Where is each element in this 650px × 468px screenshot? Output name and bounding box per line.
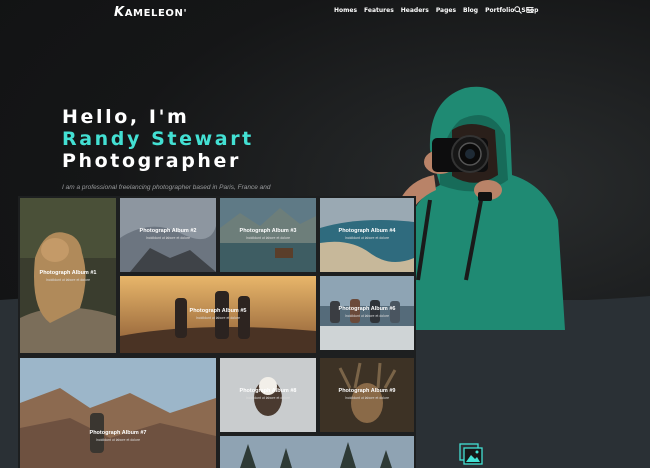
album-tile-5[interactable]: Photograph Album #5 Incididunt ut labore… bbox=[120, 276, 316, 353]
album-8-title: Photograph Album #8 bbox=[239, 388, 297, 394]
album-tile-7[interactable]: Photograph Album #7 Incididunt ut labore… bbox=[20, 358, 216, 468]
album-tile-8[interactable]: Photograph Album #8 Incididunt ut labore… bbox=[220, 358, 316, 432]
album-tile-1[interactable]: Photograph Album #1 Incididunt ut labore… bbox=[20, 198, 116, 353]
album-4-subtitle: Incididunt ut labore et dolore bbox=[344, 236, 390, 240]
album-1-subtitle: Incididunt ut labore et dolore bbox=[45, 278, 91, 282]
hero-greeting: Hello, I'm bbox=[62, 106, 190, 128]
nav-item-features[interactable]: Features bbox=[364, 7, 394, 14]
nav-item-blog[interactable]: Blog bbox=[463, 7, 478, 14]
album-1-title: Photograph Album #1 bbox=[39, 270, 97, 276]
album-7-subtitle: Incididunt ut labore et dolore bbox=[95, 438, 141, 442]
album-9-title: Photograph Album #9 bbox=[338, 388, 396, 394]
album-tile-partial[interactable] bbox=[220, 436, 414, 468]
album-tile-3[interactable]: Photograph Album #3 Incididunt ut labore… bbox=[220, 198, 316, 272]
album-6-subtitle: Incididunt ut labore et dolore bbox=[344, 314, 390, 318]
album-6-title: Photograph Album #6 bbox=[338, 306, 396, 312]
album-2-title: Photograph Album #2 bbox=[139, 228, 197, 234]
nav-item-headers[interactable]: Headers bbox=[401, 7, 429, 14]
site-logo[interactable]: KAMELEON' bbox=[114, 5, 187, 20]
album-8-subtitle: Incididunt ut labore et dolore bbox=[245, 396, 291, 400]
album-2-subtitle: Incididunt ut labore et dolore bbox=[145, 236, 191, 240]
album-5-subtitle: Incididunt ut labore et dolore bbox=[195, 316, 241, 320]
hero-role: Photographer bbox=[62, 150, 242, 172]
album-9-subtitle: Incididunt ut labore et dolore bbox=[344, 396, 390, 400]
hamburger-menu-icon[interactable] bbox=[526, 6, 534, 14]
album-4-title: Photograph Album #4 bbox=[338, 228, 396, 234]
album-tile-4[interactable]: Photograph Album #4 Incididunt ut labore… bbox=[320, 198, 414, 272]
album-7-title: Photograph Album #7 bbox=[89, 430, 147, 436]
album-tile-9[interactable]: Photograph Album #9 Incididunt ut labore… bbox=[320, 358, 414, 432]
top-navigation: KAMELEON' Homes Features Headers Pages B… bbox=[0, 0, 650, 22]
album-tile-2[interactable]: Photograph Album #2 Incididunt ut labore… bbox=[120, 198, 216, 272]
album-tile-6[interactable]: Photograph Album #6 Incididunt ut labore… bbox=[320, 276, 414, 350]
hero-name: Randy Stewart bbox=[62, 128, 254, 150]
nav-item-pages[interactable]: Pages bbox=[436, 7, 456, 14]
album-3-subtitle: Incididunt ut labore et dolore bbox=[245, 236, 291, 240]
nav-item-homes[interactable]: Homes bbox=[334, 7, 357, 14]
search-icon[interactable] bbox=[514, 6, 522, 14]
album-3-title: Photograph Album #3 bbox=[239, 228, 297, 234]
nav-item-portfolio[interactable]: Portfolio bbox=[485, 7, 514, 14]
photo-gallery: Photograph Album #1 Incididunt ut labore… bbox=[18, 196, 416, 468]
image-gallery-icon[interactable] bbox=[459, 443, 483, 465]
album-5-title: Photograph Album #5 bbox=[189, 308, 247, 314]
